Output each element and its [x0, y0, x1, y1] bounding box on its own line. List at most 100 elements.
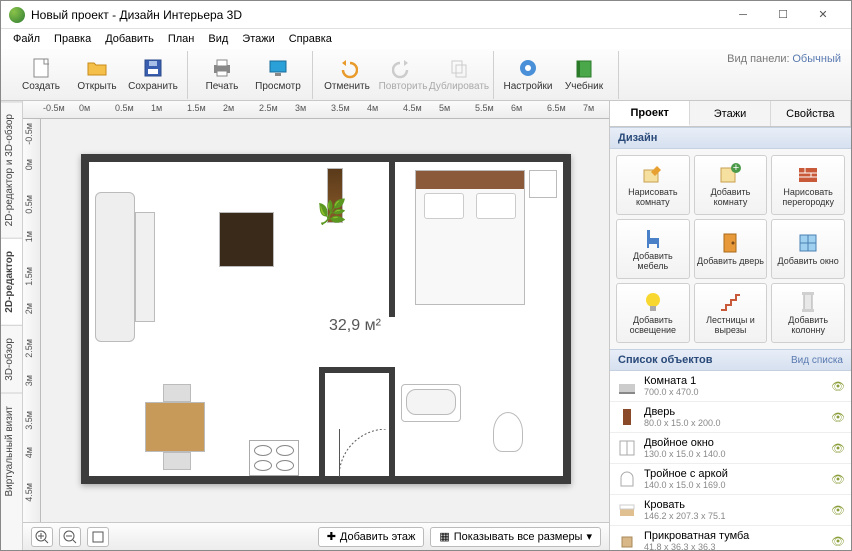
close-button[interactable]: ✕ — [803, 3, 843, 27]
duplicate-button[interactable]: Дублировать — [431, 52, 487, 98]
pencil-room-icon — [641, 162, 665, 186]
vtab-virtual[interactable]: Виртуальный визит — [1, 393, 22, 509]
print-button[interactable]: Печать — [194, 52, 250, 98]
menu-add[interactable]: Добавить — [99, 31, 160, 47]
add-column-button[interactable]: Добавить колонну — [771, 283, 845, 343]
tv-stand[interactable] — [219, 212, 274, 267]
list-item[interactable]: Комната 1700.0 x 470.0👁 — [610, 371, 851, 402]
undo-icon — [336, 57, 358, 79]
maximize-button[interactable]: ☐ — [763, 3, 803, 27]
zoom-in-button[interactable] — [31, 527, 53, 547]
ruler-icon: ▦ — [439, 530, 449, 543]
ruler-horizontal: -0.5м 0м 0.5м 1м 1.5м 2м 2.5м 3м 3.5м 4м… — [23, 101, 609, 119]
vtab-3d[interactable]: 3D-обзор — [1, 325, 22, 393]
tutorial-button[interactable]: Учебник — [556, 52, 612, 98]
add-room-button[interactable]: +Добавить комнату — [694, 155, 768, 215]
plus-icon: ✚ — [327, 530, 336, 543]
bathtub[interactable] — [401, 384, 461, 422]
gear-icon — [517, 57, 539, 79]
door-swing[interactable] — [341, 477, 381, 478]
stairs-button[interactable]: Лестницы и вырезы — [694, 283, 768, 343]
nightstand-icon — [616, 530, 638, 550]
undo-button[interactable]: Отменить — [319, 52, 375, 98]
window-icon — [796, 231, 820, 255]
plant-icon[interactable]: 🌿 — [317, 198, 347, 227]
draw-partition-button[interactable]: Нарисовать перегородку — [771, 155, 845, 215]
add-window-button[interactable]: Добавить окно — [771, 219, 845, 279]
tab-floors[interactable]: Этажи — [690, 101, 770, 126]
menu-edit[interactable]: Правка — [48, 31, 97, 47]
tab-project[interactable]: Проект — [610, 101, 690, 126]
list-item[interactable]: Двойное окно130.0 x 15.0 x 140.0👁 — [610, 433, 851, 464]
monitor-icon — [267, 57, 289, 79]
list-item[interactable]: Дверь80.0 x 15.0 x 200.0👁 — [610, 402, 851, 433]
sofa[interactable] — [95, 192, 135, 342]
printer-icon — [211, 57, 233, 79]
open-button[interactable]: Открыть — [69, 52, 125, 98]
duplicate-icon — [448, 57, 470, 79]
minimize-button[interactable]: ─ — [723, 3, 763, 27]
list-item[interactable]: Кровать146.2 x 207.3 x 75.1👁 — [610, 495, 851, 526]
room-plus-icon: + — [718, 162, 742, 186]
toilet[interactable] — [493, 412, 523, 452]
view-mode-link[interactable]: Обычный — [792, 53, 841, 65]
zoom-out-button[interactable] — [59, 527, 81, 547]
right-panel: Проект Этажи Свойства Дизайн Нарисовать … — [609, 101, 851, 550]
menu-file[interactable]: Файл — [7, 31, 46, 47]
canvas-footer: ✚Добавить этаж ▦Показывать все размеры▾ — [23, 522, 609, 550]
eye-icon[interactable]: 👁 — [831, 411, 845, 424]
menu-plan[interactable]: План — [162, 31, 201, 47]
interior-wall[interactable] — [319, 367, 325, 477]
eye-icon[interactable]: 👁 — [831, 504, 845, 517]
stove[interactable] — [249, 440, 299, 476]
eye-icon[interactable]: 👁 — [831, 535, 845, 548]
eye-icon[interactable]: 👁 — [831, 380, 845, 393]
chair[interactable] — [163, 452, 191, 470]
room-outline[interactable]: 🌿 32,9 м² — [81, 154, 571, 484]
brick-wall-icon — [796, 162, 820, 186]
eye-icon[interactable]: 👁 — [831, 442, 845, 455]
bed[interactable] — [415, 170, 525, 305]
interior-wall[interactable] — [325, 367, 395, 373]
add-furniture-button[interactable]: Добавить мебель — [616, 219, 690, 279]
table[interactable] — [145, 402, 205, 452]
redo-icon — [392, 57, 414, 79]
list-view-link[interactable]: Вид списка — [791, 355, 843, 366]
nightstand[interactable] — [529, 170, 557, 198]
menu-help[interactable]: Справка — [283, 31, 338, 47]
eye-icon[interactable]: 👁 — [831, 473, 845, 486]
sofa-cushion — [135, 212, 155, 322]
list-item[interactable]: Прикроватная тумба41.8 x 36.3 x 36.3👁 — [610, 526, 851, 550]
create-button[interactable]: Создать — [13, 52, 69, 98]
view-mode-hint: Вид панели: Обычный — [727, 53, 841, 65]
vertical-tabs: 2D-редактор и 3D-обзор 2D-редактор 3D-об… — [1, 101, 23, 550]
add-floor-button[interactable]: ✚Добавить этаж — [318, 527, 425, 547]
object-list[interactable]: Комната 1700.0 x 470.0👁 Дверь80.0 x 15.0… — [610, 371, 851, 550]
redo-button[interactable]: Повторить — [375, 52, 431, 98]
titlebar: Новый проект - Дизайн Интерьера 3D ─ ☐ ✕ — [1, 1, 851, 29]
interior-wall[interactable] — [389, 367, 395, 477]
tab-properties[interactable]: Свойства — [771, 101, 851, 126]
settings-button[interactable]: Настройки — [500, 52, 556, 98]
draw-room-button[interactable]: Нарисовать комнату — [616, 155, 690, 215]
list-item[interactable]: Тройное с аркой140.0 x 15.0 x 169.0👁 — [610, 464, 851, 495]
save-button[interactable]: Сохранить — [125, 52, 181, 98]
floorplan-canvas[interactable]: 🌿 32,9 м² — [41, 119, 609, 522]
add-door-button[interactable]: Добавить дверь — [694, 219, 768, 279]
vtab-2d[interactable]: 2D-редактор — [1, 238, 22, 325]
window-title: Новый проект - Дизайн Интерьера 3D — [31, 8, 723, 22]
zoom-fit-button[interactable] — [87, 527, 109, 547]
interior-wall[interactable] — [389, 162, 395, 317]
browse-button[interactable]: Просмотр — [250, 52, 306, 98]
door-icon — [616, 406, 638, 428]
objects-header: Список объектовВид списка — [610, 349, 851, 371]
add-lighting-button[interactable]: Добавить освещение — [616, 283, 690, 343]
menu-view[interactable]: Вид — [202, 31, 234, 47]
window-arch-icon — [616, 468, 638, 490]
app-logo-icon — [9, 7, 25, 23]
menu-floors[interactable]: Этажи — [236, 31, 280, 47]
ruler-vertical: -0.5м 0м 0.5м 1м 1.5м 2м 2.5м 3м 3.5м 4м… — [23, 119, 41, 522]
vtab-2d-3d[interactable]: 2D-редактор и 3D-обзор — [1, 101, 22, 238]
show-dimensions-button[interactable]: ▦Показывать все размеры▾ — [430, 527, 601, 547]
chair[interactable] — [163, 384, 191, 402]
